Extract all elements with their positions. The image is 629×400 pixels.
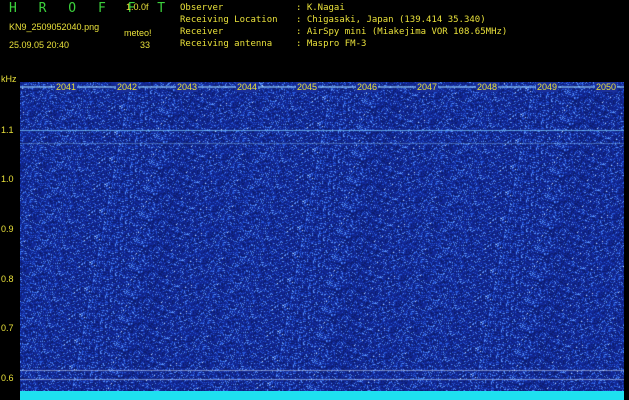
- y-tick-label: 0.7: [1, 323, 14, 333]
- y-tick-label: 1.0: [1, 174, 14, 184]
- y-tick-label: 0.8: [1, 274, 14, 284]
- y-tick-label: 1.1: [1, 125, 14, 135]
- x-tick-label: 2047: [416, 82, 439, 92]
- info-row-antenna: Receiving antenna: Maspro FM-3: [180, 39, 367, 49]
- x-tick-label: 2048: [476, 82, 499, 92]
- x-tick-label: 2045: [296, 82, 319, 92]
- y-axis-unit: kHz: [1, 74, 17, 84]
- x-tick-label: 2042: [116, 82, 139, 92]
- version-label: 1.0.0f: [126, 2, 149, 12]
- spectrogram-canvas: [20, 82, 624, 391]
- header-panel: H R O F F T 1.0.0f KN9_2509052040.png me…: [0, 0, 629, 74]
- x-tick-label: 2043: [176, 82, 199, 92]
- bottom-strip: [20, 391, 624, 400]
- datetime-label: 25.09.05 20:40: [9, 40, 70, 50]
- x-tick-label: 2049: [536, 82, 559, 92]
- filename-label: KN9_2509052040.png: [9, 22, 100, 32]
- station-info: Observer: K.Nagai Receiving Location: Ch…: [180, 2, 507, 50]
- meteo-label: meteo!: [124, 28, 152, 38]
- info-row-observer: Observer: K.Nagai: [180, 3, 345, 13]
- x-tick-label: 2044: [236, 82, 259, 92]
- y-tick-label: 0.6: [1, 373, 14, 383]
- y-tick-label: 0.9: [1, 224, 14, 234]
- spectrogram: [20, 82, 624, 391]
- x-tick-label: 2041: [55, 82, 78, 92]
- x-tick-label: 2050: [595, 82, 618, 92]
- info-row-receiver: Receiver: AirSpy mini (Miakejima VOR 108…: [180, 27, 508, 37]
- info-row-location: Receiving Location: Chigasaki, Japan (13…: [180, 15, 486, 25]
- x-tick-label: 2046: [356, 82, 379, 92]
- count-label: 33: [140, 40, 151, 50]
